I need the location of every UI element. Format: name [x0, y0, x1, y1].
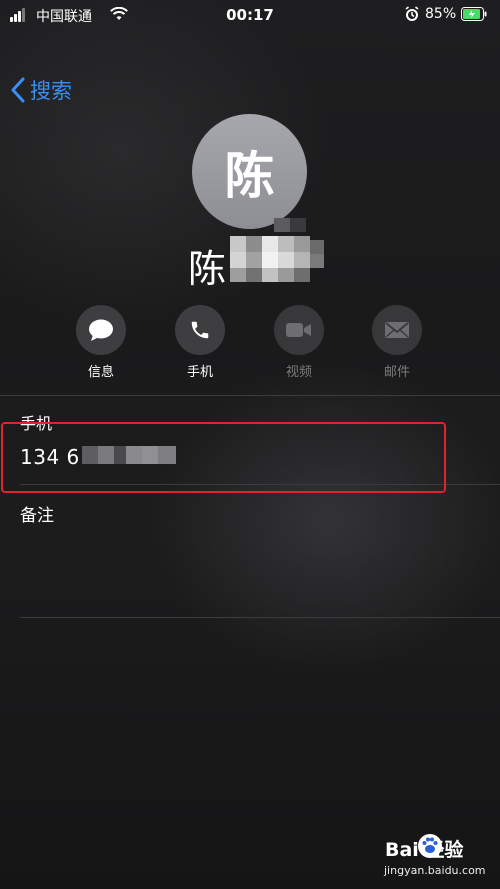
mail-button[interactable]: 邮件: [372, 305, 422, 380]
alarm-icon: [405, 6, 419, 21]
message-button[interactable]: 信息: [76, 305, 126, 380]
video-icon: [274, 305, 324, 355]
watermark-url: jingyan.baidu.com: [384, 864, 486, 877]
call-button[interactable]: 手机: [175, 305, 225, 380]
mail-label: 邮件: [383, 365, 410, 380]
notes-divider: [20, 617, 500, 618]
highlight-box: [1, 422, 446, 493]
contact-name: 陈: [188, 247, 227, 291]
chevron-left-icon: [11, 77, 25, 103]
section-divider: [0, 395, 500, 396]
video-button[interactable]: 视频: [274, 305, 324, 380]
battery-percentage: 85%: [425, 6, 457, 22]
message-icon: [76, 305, 126, 355]
call-label: 手机: [186, 365, 213, 380]
back-button[interactable]: 搜索: [10, 74, 72, 106]
name-pixelation: [228, 218, 324, 286]
paw-logo-icon: [418, 834, 442, 858]
battery-icon: [461, 7, 487, 21]
back-label: 搜索: [30, 79, 72, 103]
status-bar: 中国联通 00:17 85%: [0, 0, 500, 30]
message-label: 信息: [87, 365, 114, 380]
mail-icon: [372, 305, 422, 355]
video-label: 视频: [285, 365, 312, 380]
phone-icon: [175, 305, 225, 355]
avatar: 陈: [192, 114, 307, 229]
notes-field-label[interactable]: 备注: [20, 501, 54, 526]
